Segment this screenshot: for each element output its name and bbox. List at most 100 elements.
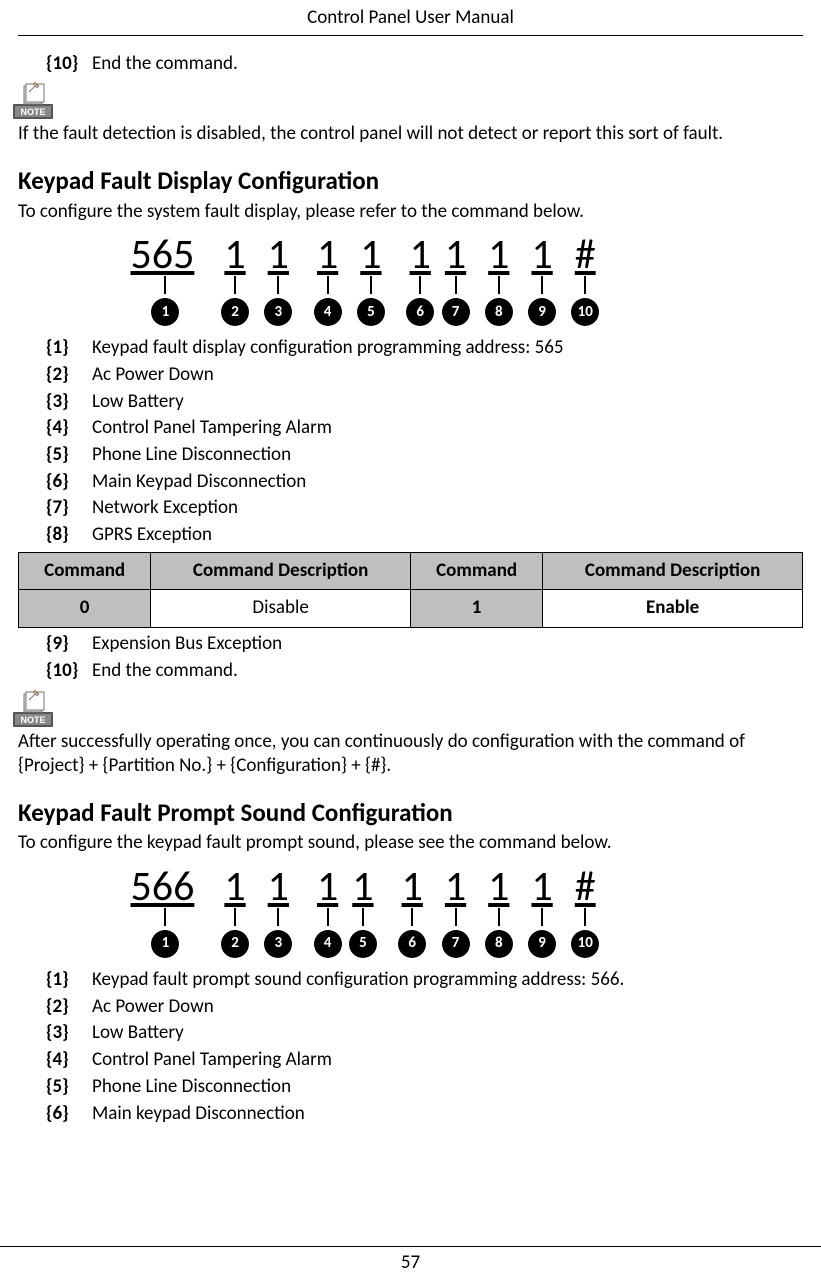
cmd-digit: 1 xyxy=(527,234,556,276)
cmd-index: 5 xyxy=(349,930,377,958)
item-key: {3} xyxy=(46,390,92,415)
item-text: Ac Power Down xyxy=(92,995,214,1020)
item-text: Network Exception xyxy=(92,496,238,521)
page-footer: 57 xyxy=(0,1246,821,1276)
cmd-digit: 1 xyxy=(484,866,513,908)
cmd-index: 7 xyxy=(442,298,470,326)
cmd-index: 8 xyxy=(485,298,513,326)
list-item: {1}Keypad fault display configuration pr… xyxy=(46,336,803,361)
item-text: Keypad fault prompt sound configuration … xyxy=(92,968,624,993)
cmd-index: 10 xyxy=(571,930,599,958)
cmd-digit: 1 xyxy=(264,234,293,276)
cmd-digit: # xyxy=(571,866,600,908)
list-item: {3}Low Battery xyxy=(46,1021,803,1046)
list-item: {4}Control Panel Tampering Alarm xyxy=(46,1048,803,1073)
item-text: Control Panel Tampering Alarm xyxy=(92,1048,332,1073)
list-item: {1}Keypad fault prompt sound configurati… xyxy=(46,968,803,993)
list-item: {2}Ac Power Down xyxy=(46,363,803,388)
cmd-digit: 1 xyxy=(220,234,249,276)
list-item: {5}Phone Line Disconnection xyxy=(46,443,803,468)
command-diagram: 5651 12 13 14 15 16 17 18 19 #10 xyxy=(131,234,691,326)
section-intro: To configure the system fault display, p… xyxy=(18,200,803,225)
note-text: After successfully operating once, you c… xyxy=(18,730,803,779)
cmd-digit: 1 xyxy=(406,234,435,276)
cmd-index: 1 xyxy=(151,298,179,326)
cmd-index: 3 xyxy=(264,298,292,326)
cmd-digit: 1 xyxy=(441,866,470,908)
item-text: Expension Bus Exception xyxy=(92,632,282,657)
list-item: {6}Main keypad Disconnection xyxy=(46,1102,803,1127)
cmd-index: 1 xyxy=(151,930,179,958)
item-key: {2} xyxy=(46,995,92,1020)
section-heading: Keypad Fault Prompt Sound Configuration xyxy=(18,797,803,830)
page-header: Control Panel User Manual xyxy=(18,0,803,36)
cmd-digit: 565 xyxy=(131,234,201,276)
cmd-digit: 1 xyxy=(313,234,342,276)
item-key: {9} xyxy=(46,632,92,657)
table-header: Command Description xyxy=(543,552,803,590)
item-text: GPRS Exception xyxy=(92,523,212,548)
item-key: {4} xyxy=(46,416,92,441)
cmd-index: 2 xyxy=(221,298,249,326)
item-key: {6} xyxy=(46,1102,92,1127)
cmd-index: 9 xyxy=(528,298,556,326)
table-cell: 1 xyxy=(410,590,542,628)
cmd-digit: 1 xyxy=(313,866,342,908)
note-icon: NOTE xyxy=(12,82,54,120)
item-text: Ac Power Down xyxy=(92,363,214,388)
cmd-index: 8 xyxy=(485,930,513,958)
cmd-digit: 1 xyxy=(484,234,513,276)
list-item: {3}Low Battery xyxy=(46,390,803,415)
item-text: Low Battery xyxy=(92,1021,184,1046)
item-key: {2} xyxy=(46,363,92,388)
table-cell: Disable xyxy=(151,590,411,628)
list-item: {4}Control Panel Tampering Alarm xyxy=(46,416,803,441)
item-key: {10} xyxy=(46,52,92,77)
cmd-index: 9 xyxy=(528,930,556,958)
cmd-index: 2 xyxy=(221,930,249,958)
list-item: {10} End the command. xyxy=(46,52,803,77)
list-item: {6}Main Keypad Disconnection xyxy=(46,470,803,495)
item-text: Main Keypad Disconnection xyxy=(92,470,306,495)
table-header: Command Description xyxy=(151,552,411,590)
item-text: Phone Line Disconnection xyxy=(92,1075,291,1100)
cmd-index: 6 xyxy=(406,298,434,326)
item-key: {1} xyxy=(46,968,92,993)
list-item: {5}Phone Line Disconnection xyxy=(46,1075,803,1100)
command-diagram: 5661 12 13 14 15 16 17 18 19 #10 xyxy=(131,866,691,958)
item-key: {8} xyxy=(46,523,92,548)
header-title: Control Panel User Manual xyxy=(307,6,514,29)
cmd-index: 10 xyxy=(571,298,599,326)
item-text: Low Battery xyxy=(92,390,184,415)
list-item: {9}Expension Bus Exception xyxy=(46,632,803,657)
item-text: Phone Line Disconnection xyxy=(92,443,291,468)
cmd-digit: 1 xyxy=(348,866,377,908)
note-icon: NOTE xyxy=(12,690,54,728)
table-header: Command xyxy=(19,552,151,590)
section-heading: Keypad Fault Display Configuration xyxy=(18,165,803,198)
svg-text:NOTE: NOTE xyxy=(20,715,45,725)
table-header: Command xyxy=(410,552,542,590)
cmd-digit: 1 xyxy=(356,234,385,276)
cmd-index: 4 xyxy=(314,298,342,326)
page-number: 57 xyxy=(401,1251,420,1274)
cmd-index: 3 xyxy=(264,930,292,958)
table-cell: 0 xyxy=(19,590,151,628)
section-intro: To configure the keypad fault prompt sou… xyxy=(18,831,803,856)
item-key: {1} xyxy=(46,336,92,361)
item-key: {5} xyxy=(46,1075,92,1100)
item-text: Keypad fault display configuration progr… xyxy=(92,336,563,361)
cmd-digit: 1 xyxy=(441,234,470,276)
cmd-digit: # xyxy=(571,234,600,276)
item-key: {3} xyxy=(46,1021,92,1046)
item-key: {10} xyxy=(46,659,92,684)
list-item: {8}GPRS Exception xyxy=(46,523,803,548)
cmd-digit: 1 xyxy=(527,866,556,908)
cmd-digit: 1 xyxy=(398,866,427,908)
table-cell: Enable xyxy=(543,590,803,628)
item-text: Main keypad Disconnection xyxy=(92,1102,305,1127)
cmd-index: 6 xyxy=(398,930,426,958)
item-text: Control Panel Tampering Alarm xyxy=(92,416,332,441)
list-item: {10}End the command. xyxy=(46,659,803,684)
list-item: {2}Ac Power Down xyxy=(46,995,803,1020)
